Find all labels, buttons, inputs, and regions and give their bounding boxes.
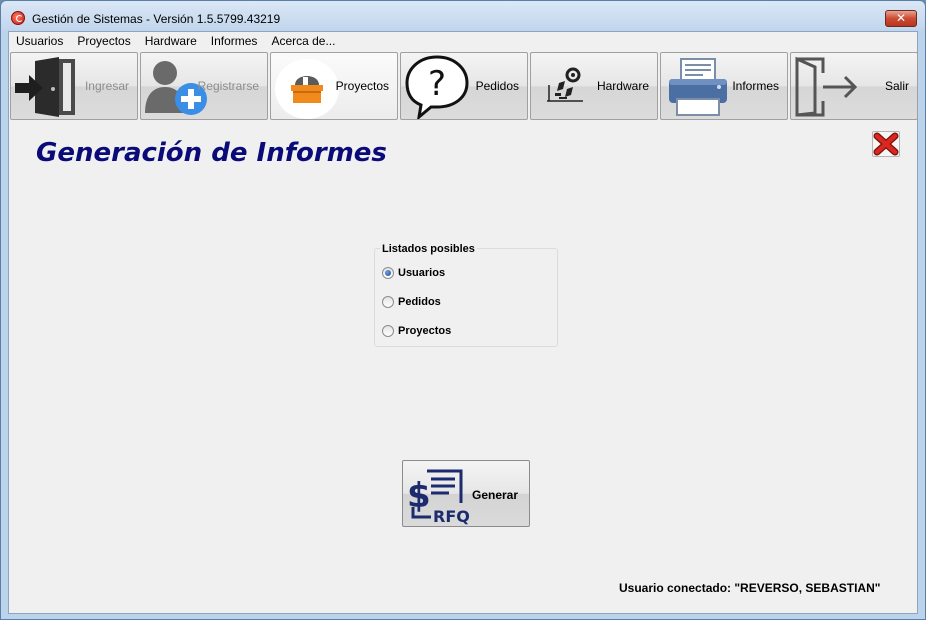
radio-pedidos[interactable]: Pedidos [382,294,441,310]
menu-informes[interactable]: Informes [204,32,265,51]
window-close-button[interactable]: ✕ [885,10,917,27]
proyectos-button[interactable]: Proyectos [270,52,398,120]
radio-proyectos[interactable]: Proyectos [382,323,451,339]
salir-label: Salir [884,79,909,93]
printer-icon [669,58,727,116]
radio-pedidos-circle[interactable] [382,296,394,308]
main-client-area: Usuarios Proyectos Hardware Informes Ace… [8,31,918,614]
svg-text:$: $ [407,476,431,516]
toolbar: Ingresar Registrarse Proyectos ? Pedidos… [9,52,918,121]
connected-user-status: Usuario conectado: "REVERSO, SEBASTIAN" [619,581,881,595]
hardware-button[interactable]: Hardware [530,52,658,120]
generar-label: Generar [472,488,519,502]
hardware-label: Hardware [596,79,649,93]
menu-usuarios[interactable]: Usuarios [9,32,70,51]
window-title: Gestión de Sistemas - Versión 1.5.5799.4… [32,12,281,26]
ingresar-label: Ingresar [84,79,129,93]
menu-hardware[interactable]: Hardware [138,32,204,51]
app-window: Gestión de Sistemas - Versión 1.5.5799.4… [0,0,926,620]
red-x-icon [873,132,899,156]
salir-button[interactable]: Salir [790,52,918,120]
page-title: Generación de Informes [36,138,387,168]
radio-usuarios-label: Usuarios [398,267,446,279]
menu-bar: Usuarios Proyectos Hardware Informes Ace… [9,32,917,51]
ingresar-button[interactable]: Ingresar [10,52,138,120]
report-options-legend: Listados posibles [380,243,477,255]
hardware-icon [547,67,583,102]
radio-usuarios-circle[interactable] [382,267,394,279]
app-logo-icon [11,11,25,25]
informes-button[interactable]: Informes [660,52,788,120]
radio-pedidos-label: Pedidos [398,296,441,308]
report-options-group: Listados posibles Usuarios Pedidos Proye… [374,243,558,347]
login-door-icon [15,57,75,117]
radio-usuarios[interactable]: Usuarios [382,265,445,281]
pedidos-button[interactable]: ? Pedidos [400,52,528,120]
proyectos-label: Proyectos [335,79,389,93]
svg-text:?: ? [428,64,446,104]
title-bar[interactable]: Gestión de Sistemas - Versión 1.5.5799.4… [1,1,925,31]
rfq-icon-text: RFQ [433,507,470,525]
radio-proyectos-circle[interactable] [382,325,394,337]
rfq-document-icon: $ RFQ [407,469,470,525]
projects-box-icon [275,59,339,119]
menu-acerca-de[interactable]: Acerca de... [264,32,342,51]
pedidos-label: Pedidos [475,79,519,93]
close-form-button[interactable] [872,131,900,157]
informes-label: Informes [732,79,779,93]
registrarse-button[interactable]: Registrarse [140,52,268,120]
registrarse-label: Registrarse [197,79,259,93]
menu-proyectos[interactable]: Proyectos [70,32,137,51]
generar-button[interactable]: $ RFQ Generar [402,460,530,527]
radio-proyectos-label: Proyectos [398,325,452,337]
question-bubble-icon: ? [405,55,469,119]
exit-door-icon [795,56,858,117]
